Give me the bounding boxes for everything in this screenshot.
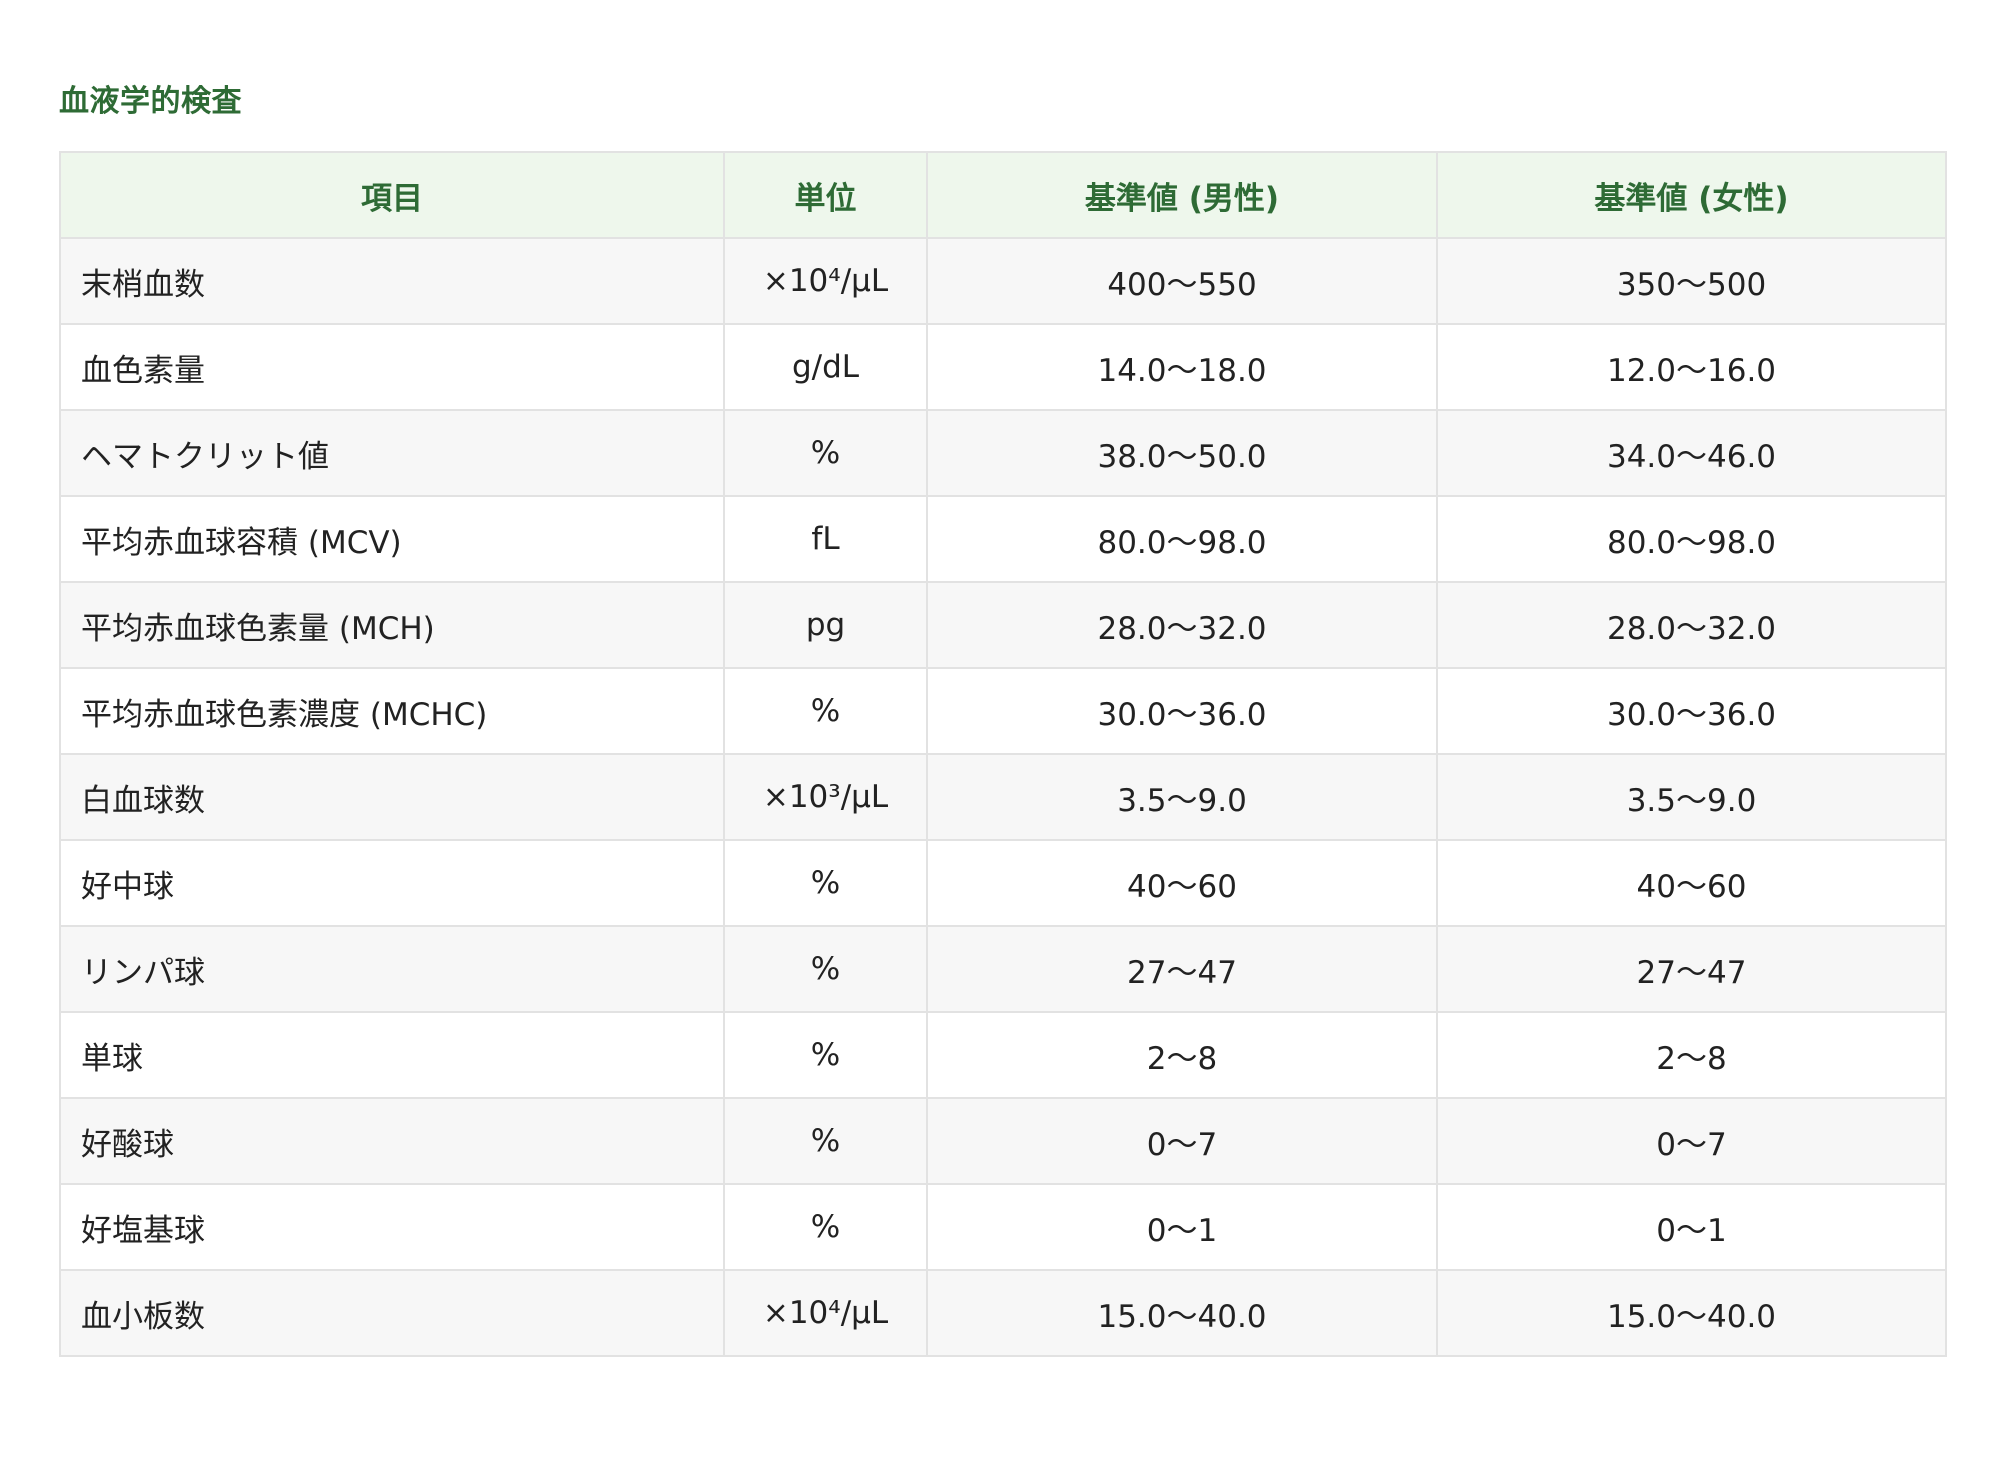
header-female-range: 基準値 (女性)	[1436, 151, 1947, 239]
unit-cell: ×10³/μL	[723, 753, 928, 841]
male-range-cell: 0〜1	[926, 1183, 1438, 1271]
item-name: 好酸球	[59, 1097, 725, 1185]
table-row: 白血球数 ×10³/μL 3.5〜9.0 3.5〜9.0	[59, 753, 1947, 841]
male-range-cell: 27〜47	[926, 925, 1438, 1013]
table-row: ヘマトクリット値 % 38.0〜50.0 34.0〜46.0	[59, 409, 1947, 497]
female-range-cell: 0〜1	[1436, 1183, 1947, 1271]
unit-cell: %	[723, 1097, 928, 1185]
table-row: 平均赤血球色素量 (MCH) pg 28.0〜32.0 28.0〜32.0	[59, 581, 1947, 669]
table-row: 末梢血数 ×10⁴/μL 400〜550 350〜500	[59, 237, 1947, 325]
female-range-cell: 0〜7	[1436, 1097, 1947, 1185]
item-name: 好中球	[59, 839, 725, 927]
male-range-cell: 28.0〜32.0	[926, 581, 1438, 669]
item-name: 白血球数	[59, 753, 725, 841]
table-row: 平均赤血球色素濃度 (MCHC) % 30.0〜36.0 30.0〜36.0	[59, 667, 1947, 755]
header-male-range: 基準値 (男性)	[926, 151, 1438, 239]
female-range-cell: 80.0〜98.0	[1436, 495, 1947, 583]
male-range-cell: 0〜7	[926, 1097, 1438, 1185]
table-row: 平均赤血球容積 (MCV) fL 80.0〜98.0 80.0〜98.0	[59, 495, 1947, 583]
unit-cell: %	[723, 409, 928, 497]
unit-cell: %	[723, 839, 928, 927]
table-row: リンパ球 % 27〜47 27〜47	[59, 925, 1947, 1013]
table-row: 単球 % 2〜8 2〜8	[59, 1011, 1947, 1099]
item-name: 平均赤血球色素量 (MCH)	[59, 581, 725, 669]
unit-cell: %	[723, 925, 928, 1013]
unit-cell: %	[723, 1183, 928, 1271]
unit-cell: ×10⁴/μL	[723, 1269, 928, 1357]
item-name: ヘマトクリット値	[59, 409, 725, 497]
male-range-cell: 14.0〜18.0	[926, 323, 1438, 411]
female-range-cell: 30.0〜36.0	[1436, 667, 1947, 755]
item-name: リンパ球	[59, 925, 725, 1013]
female-range-cell: 12.0〜16.0	[1436, 323, 1947, 411]
female-range-cell: 28.0〜32.0	[1436, 581, 1947, 669]
table-header-row: 項目 単位 基準値 (男性) 基準値 (女性)	[59, 151, 1947, 239]
male-range-cell: 38.0〜50.0	[926, 409, 1438, 497]
male-range-cell: 400〜550	[926, 237, 1438, 325]
male-range-cell: 3.5〜9.0	[926, 753, 1438, 841]
female-range-cell: 40〜60	[1436, 839, 1947, 927]
section-title: 血液学的検査	[59, 84, 242, 119]
female-range-cell: 3.5〜9.0	[1436, 753, 1947, 841]
female-range-cell: 350〜500	[1436, 237, 1947, 325]
female-range-cell: 2〜8	[1436, 1011, 1947, 1099]
table-row: 血色素量 g/dL 14.0〜18.0 12.0〜16.0	[59, 323, 1947, 411]
unit-cell: pg	[723, 581, 928, 669]
female-range-cell: 15.0〜40.0	[1436, 1269, 1947, 1357]
item-name: 血色素量	[59, 323, 725, 411]
male-range-cell: 80.0〜98.0	[926, 495, 1438, 583]
unit-cell: %	[723, 1011, 928, 1099]
hematology-reference-table: 項目 単位 基準値 (男性) 基準値 (女性) 末梢血数 ×10⁴/μL 400…	[59, 151, 1947, 1357]
male-range-cell: 30.0〜36.0	[926, 667, 1438, 755]
item-name: 好塩基球	[59, 1183, 725, 1271]
male-range-cell: 40〜60	[926, 839, 1438, 927]
table-row: 好中球 % 40〜60 40〜60	[59, 839, 1947, 927]
unit-cell: %	[723, 667, 928, 755]
item-name: 血小板数	[59, 1269, 725, 1357]
item-name: 単球	[59, 1011, 725, 1099]
unit-cell: ×10⁴/μL	[723, 237, 928, 325]
item-name: 末梢血数	[59, 237, 725, 325]
male-range-cell: 2〜8	[926, 1011, 1438, 1099]
female-range-cell: 27〜47	[1436, 925, 1947, 1013]
item-name: 平均赤血球色素濃度 (MCHC)	[59, 667, 725, 755]
item-name: 平均赤血球容積 (MCV)	[59, 495, 725, 583]
unit-cell: fL	[723, 495, 928, 583]
header-unit: 単位	[723, 151, 928, 239]
unit-cell: g/dL	[723, 323, 928, 411]
table-row: 好酸球 % 0〜7 0〜7	[59, 1097, 1947, 1185]
male-range-cell: 15.0〜40.0	[926, 1269, 1438, 1357]
table-row: 血小板数 ×10⁴/μL 15.0〜40.0 15.0〜40.0	[59, 1269, 1947, 1357]
table-row: 好塩基球 % 0〜1 0〜1	[59, 1183, 1947, 1271]
female-range-cell: 34.0〜46.0	[1436, 409, 1947, 497]
header-item: 項目	[59, 151, 725, 239]
